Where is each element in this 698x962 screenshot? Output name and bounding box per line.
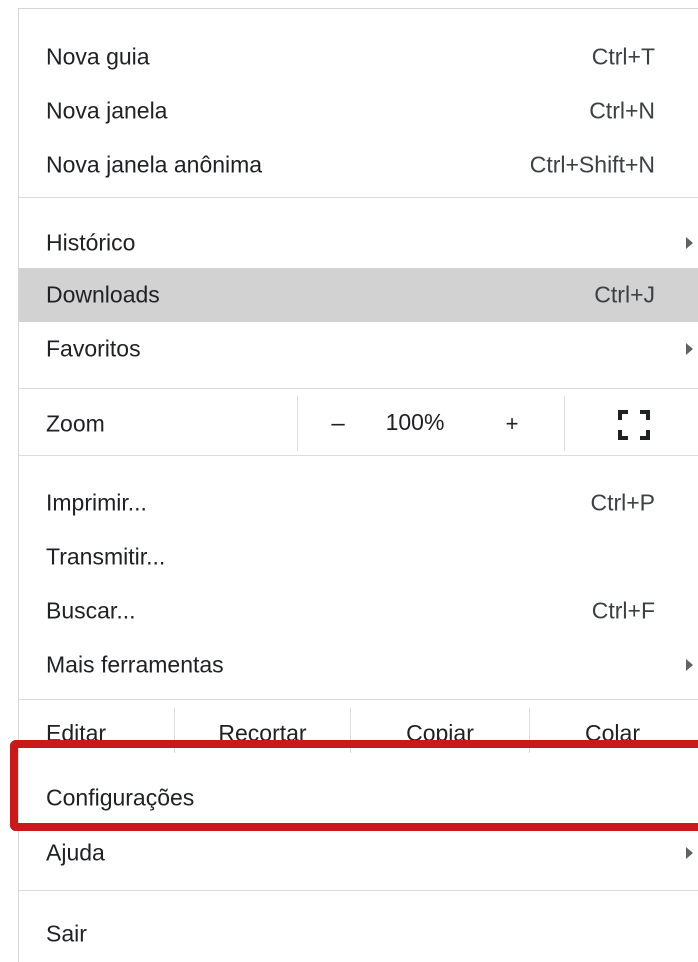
menu-item-incognito[interactable]: Nova janela anônima Ctrl+Shift+N	[19, 138, 698, 192]
menu-item-more-tools[interactable]: Mais ferramentas	[19, 638, 698, 692]
menu-separator	[19, 197, 698, 198]
menu-item-shortcut: Ctrl+N	[589, 97, 655, 124]
menu-separator	[19, 388, 698, 389]
menu-item-shortcut: Ctrl+T	[591, 43, 655, 70]
menu-item-help[interactable]: Ajuda	[19, 826, 698, 880]
menu-item-new-tab[interactable]: Nova guia Ctrl+T	[19, 30, 698, 84]
menu-item-downloads[interactable]: Downloads Ctrl+J	[19, 268, 698, 322]
menu-item-label: Configurações	[46, 784, 195, 811]
menu-item-bookmarks[interactable]: Favoritos	[19, 322, 698, 376]
menu-item-label: Ajuda	[46, 839, 105, 866]
menu-separator	[19, 890, 698, 891]
menu-separator	[19, 699, 698, 700]
menu-item-shortcut: Ctrl+P	[590, 489, 655, 516]
menu-item-label: Transmitir...	[46, 543, 166, 570]
menu-item-label: Mais ferramentas	[46, 651, 224, 678]
zoom-divider	[564, 396, 565, 451]
menu-item-cast[interactable]: Transmitir...	[19, 530, 698, 584]
menu-item-shortcut: Ctrl+F	[591, 597, 655, 624]
zoom-in-button[interactable]: +	[499, 411, 525, 437]
menu-item-new-window[interactable]: Nova janela Ctrl+N	[19, 84, 698, 138]
menu-item-shortcut: Ctrl+Shift+N	[529, 151, 655, 178]
menu-item-print[interactable]: Imprimir... Ctrl+P	[19, 476, 698, 530]
menu-item-label: Favoritos	[46, 335, 141, 362]
edit-label: Editar	[46, 720, 107, 746]
fullscreen-icon[interactable]	[618, 410, 650, 440]
menu-item-label: Histórico	[46, 229, 136, 256]
menu-item-label: Imprimir...	[46, 489, 147, 516]
menu-item-exit[interactable]: Sair	[19, 907, 698, 961]
menu-item-history[interactable]: Histórico	[19, 216, 698, 270]
zoom-row: Zoom – 100% +	[19, 396, 698, 451]
submenu-arrow-icon	[686, 659, 693, 671]
zoom-divider	[297, 396, 298, 451]
zoom-level: 100%	[385, 408, 445, 435]
chrome-main-menu: Nova guia Ctrl+T Nova janela Ctrl+N Nova…	[18, 8, 698, 962]
zoom-out-button[interactable]: –	[325, 410, 351, 438]
menu-item-settings[interactable]: Configurações	[19, 771, 698, 825]
cut-button[interactable]: Recortar	[175, 708, 350, 753]
copy-button[interactable]: Copiar	[351, 708, 529, 753]
submenu-arrow-icon	[686, 847, 693, 859]
submenu-arrow-icon	[686, 237, 693, 249]
menu-separator	[19, 455, 698, 456]
menu-item-label: Sair	[46, 920, 87, 947]
menu-item-label: Buscar...	[46, 597, 136, 624]
menu-item-label: Nova janela	[46, 97, 168, 124]
zoom-label: Zoom	[46, 410, 105, 436]
edit-row: Editar Recortar Copiar Colar	[19, 708, 698, 753]
submenu-arrow-icon	[686, 343, 693, 355]
menu-item-label: Nova guia	[46, 43, 150, 70]
paste-button[interactable]: Colar	[530, 708, 695, 753]
menu-item-find[interactable]: Buscar... Ctrl+F	[19, 584, 698, 638]
menu-item-label: Nova janela anônima	[46, 151, 263, 178]
menu-item-shortcut: Ctrl+J	[594, 281, 655, 308]
menu-item-label: Downloads	[46, 281, 160, 308]
